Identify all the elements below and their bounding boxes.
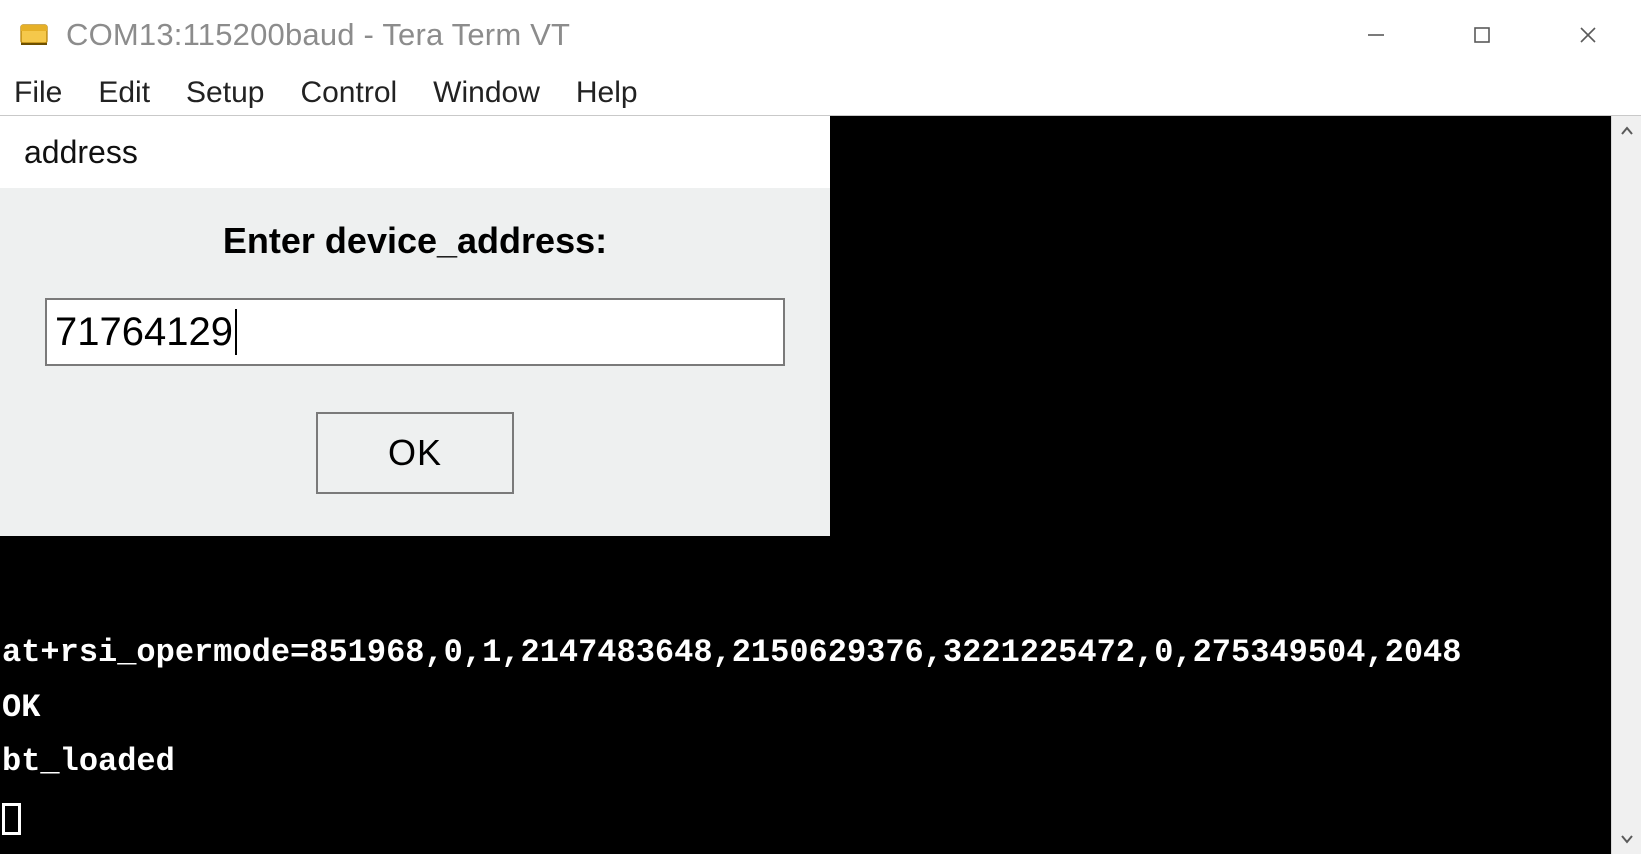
app-icon [18,19,50,51]
scroll-up-icon[interactable] [1612,116,1641,146]
scroll-down-icon[interactable] [1612,824,1641,854]
titlebar: COM13:115200baud - Tera Term VT [0,0,1641,70]
maximize-button[interactable] [1429,0,1535,70]
device-address-input[interactable]: 71764129 [45,298,785,366]
scrollbar[interactable] [1611,116,1641,854]
menu-control[interactable]: Control [300,76,397,110]
terminal-line: bt_loaded [2,743,175,780]
menu-help[interactable]: Help [576,76,638,110]
input-value: 71764129 [55,310,233,355]
close-button[interactable] [1535,0,1641,70]
ok-button[interactable]: OK [316,412,514,494]
menu-edit[interactable]: Edit [98,76,150,110]
dialog-title: address [0,116,830,188]
menubar: File Edit Setup Control Window Help [0,70,1641,116]
menu-setup[interactable]: Setup [186,76,264,110]
address-dialog: address Enter device_address: 71764129 O… [0,116,830,536]
terminal[interactable]: at+rsi_opermode=851968,0,1,2147483648,21… [0,116,1611,854]
window-controls [1323,0,1641,70]
dialog-prompt: Enter device_address: [40,220,790,262]
dialog-body: Enter device_address: 71764129 OK [0,188,830,536]
terminal-area: at+rsi_opermode=851968,0,1,2147483648,21… [0,116,1641,854]
menu-window[interactable]: Window [433,76,540,110]
terminal-cursor [2,803,21,835]
text-caret [235,309,237,355]
terminal-line: at+rsi_opermode=851968,0,1,2147483648,21… [2,634,1461,671]
terminal-output: at+rsi_opermode=851968,0,1,2147483648,21… [0,626,1611,844]
window-title: COM13:115200baud - Tera Term VT [66,17,570,53]
menu-file[interactable]: File [14,76,62,110]
terminal-line: OK [2,689,40,726]
minimize-button[interactable] [1323,0,1429,70]
